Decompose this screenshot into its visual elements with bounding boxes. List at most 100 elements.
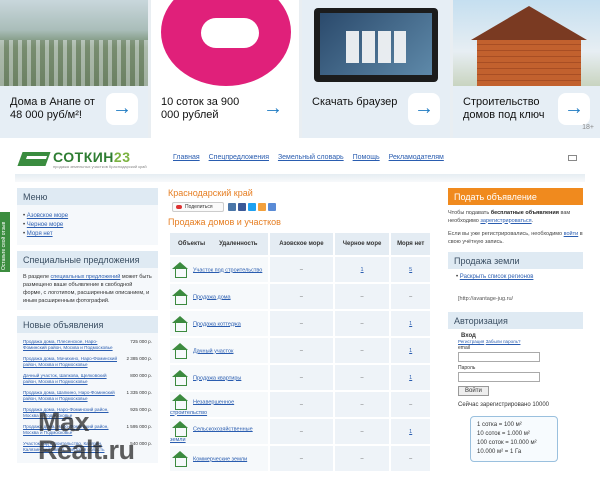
- object-link[interactable]: Участок под строительство: [193, 267, 262, 273]
- object-link[interactable]: Продажа дома: [193, 294, 231, 300]
- ad-image-logo: [151, 0, 299, 86]
- object-link[interactable]: Продажа квартиры: [193, 375, 241, 381]
- house-icon: [172, 288, 188, 305]
- listing-link[interactable]: Продажа дома, Плесенское, Наро-Фоминский…: [23, 339, 119, 351]
- count-link[interactable]: 1: [409, 429, 412, 435]
- broken-image-link[interactable]: [http://avantage-jug.ru/: [458, 296, 583, 302]
- logo-icon[interactable]: [17, 152, 51, 166]
- region-title: Краснодарский край: [168, 188, 253, 198]
- register-link[interactable]: зарегистрироваться: [480, 218, 531, 224]
- cell-black: –: [334, 365, 390, 390]
- land-sale-title: Продажа земли: [448, 252, 583, 269]
- nav-advertisers[interactable]: Рекламодателям: [389, 154, 444, 161]
- listings-table: Объекты Удаленность Азовское море Черное …: [168, 231, 432, 473]
- facebook-icon[interactable]: [238, 203, 246, 211]
- listing-link[interactable]: Продажа дома, Мачихино, Наро-Фоминский р…: [23, 356, 119, 368]
- table-row: Участок под строительство – 1 5: [170, 257, 430, 282]
- listing-link[interactable]: Продажа дома, Шапкино, Наро-Фоминский ра…: [23, 390, 119, 402]
- col-objects: Объекты Удаленность: [170, 233, 268, 255]
- feedback-tab[interactable]: Оставьте свой отзыв: [0, 212, 10, 272]
- cell-black: –: [334, 419, 390, 444]
- mail-icon[interactable]: [568, 155, 577, 161]
- ad-card-browser[interactable]: Скачать браузер →: [302, 0, 450, 138]
- cell-black: –: [334, 392, 390, 417]
- ad-card-house-build[interactable]: Строительство домов под ключ → 18+: [453, 0, 600, 138]
- password-label: Пароль: [458, 365, 476, 371]
- post-ad-button[interactable]: Подать объявление: [448, 188, 583, 205]
- listing-link[interactable]: Дачный участок, Шапкова, Щелковский райо…: [23, 373, 119, 385]
- vk-icon[interactable]: [228, 203, 236, 211]
- menu-item: Черное море: [23, 222, 152, 228]
- expand-regions-link[interactable]: Раскрыть список регионов: [460, 274, 534, 280]
- menu-link-none[interactable]: Моря нет: [27, 231, 53, 237]
- listing-item: Продажа дома, Шапкино, Наро-Фоминский ра…: [23, 390, 152, 402]
- signup-link[interactable]: Регистрация: [458, 339, 484, 344]
- nav-home[interactable]: Главная: [173, 154, 200, 161]
- table-row: Коммерческие земли – – –: [170, 446, 430, 471]
- conversion-line: 100 соток = 10.000 м²: [477, 440, 537, 446]
- listing-item: Продажа дома, Плесенское, Наро-Фоминский…: [23, 339, 152, 351]
- cottage-icon: [172, 315, 188, 332]
- login-button[interactable]: Войти: [458, 386, 489, 396]
- ad-image-laptop: [302, 0, 450, 86]
- count-link[interactable]: 1: [361, 267, 364, 273]
- object-link[interactable]: Дачный участок: [193, 348, 233, 354]
- listing-item: Дачный участок, Шапкова, Щелковский райо…: [23, 373, 152, 385]
- watermark: Max Realt.ru: [38, 407, 135, 465]
- nav-help[interactable]: Помощь: [353, 154, 380, 161]
- count-link[interactable]: 5: [409, 267, 412, 273]
- link-icon[interactable]: [268, 203, 276, 211]
- cell-none: –: [391, 284, 430, 309]
- menu-title: Меню: [17, 188, 158, 205]
- table-row: Сельскохозяйственные земли – – 1: [170, 419, 430, 444]
- menu-link-azov[interactable]: Азовское море: [27, 213, 68, 219]
- nav-dictionary[interactable]: Земельный словарь: [278, 154, 344, 161]
- ad-banner-strip: Дома в Анапе от 48 000 руб/м²! → 10 сото…: [0, 0, 600, 138]
- arrow-right-icon[interactable]: →: [106, 93, 138, 125]
- share-button[interactable]: Поделиться: [172, 202, 224, 212]
- spec-box: В разделе специальных предложений может …: [17, 268, 158, 310]
- password-field[interactable]: [458, 372, 540, 382]
- nav-special-offers[interactable]: Спецпредложения: [209, 154, 269, 161]
- login-link[interactable]: войти: [564, 231, 579, 237]
- top-nav: Главная Спецпредложения Земельный словар…: [173, 154, 451, 161]
- dacha-icon: [172, 342, 188, 359]
- arrow-right-icon[interactable]: →: [408, 93, 440, 125]
- menu-item: Азовское море: [23, 213, 152, 219]
- cell-azov: –: [270, 365, 333, 390]
- email-field[interactable]: [458, 352, 540, 362]
- email-label: email: [458, 345, 470, 351]
- forgot-password-link[interactable]: Забыли пароль?: [486, 339, 521, 344]
- table-row: Продажа коттеджа – – 1: [170, 311, 430, 336]
- ad-card-anapa[interactable]: Дома в Анапе от 48 000 руб/м²! →: [0, 0, 148, 138]
- cell-azov: –: [270, 446, 333, 471]
- spec-title: Специальные предложения: [17, 251, 158, 268]
- odnoklassniki-icon[interactable]: [258, 203, 266, 211]
- spec-link[interactable]: специальных предложений: [51, 274, 121, 280]
- cell-azov: –: [270, 338, 333, 363]
- object-link[interactable]: Продажа коттеджа: [193, 321, 241, 327]
- login-form: Вход Регистрация Забыли пароль? email Па…: [458, 333, 583, 396]
- spec-text: В разделе специальных предложений может …: [23, 274, 152, 304]
- area-conversion-box: 1 сотка = 100 м² 10 соток = 1.000 м² 100…: [470, 416, 558, 462]
- conversion-line: 1 сотка = 100 м²: [477, 422, 522, 428]
- table-row: Продажа квартиры – – 1: [170, 365, 430, 390]
- commercial-icon: [172, 450, 188, 467]
- ad-card-plots[interactable]: 10 соток за 900 000 рублей →: [151, 0, 299, 138]
- count-link[interactable]: 1: [409, 348, 412, 354]
- twitter-icon[interactable]: [248, 203, 256, 211]
- age-badge: 18+: [582, 124, 594, 131]
- expand-regions: • Раскрыть список регионов: [456, 274, 534, 280]
- table-row: Незавершенное строительство – – –: [170, 392, 430, 417]
- object-link[interactable]: Коммерческие земли: [193, 456, 247, 462]
- count-link[interactable]: 1: [409, 375, 412, 381]
- cell-azov: –: [270, 311, 333, 336]
- col-none: Моря нет: [391, 233, 430, 255]
- site-logo[interactable]: СОТКИН23: [53, 149, 131, 165]
- arrow-right-icon[interactable]: →: [558, 93, 590, 125]
- count-link[interactable]: 1: [409, 321, 412, 327]
- menu-link-black[interactable]: Черное море: [27, 222, 63, 228]
- arrow-right-icon[interactable]: →: [257, 93, 289, 125]
- login-hint: Если вы уже регистрировались, необходимо…: [448, 231, 583, 245]
- menu-item: Моря нет: [23, 231, 152, 237]
